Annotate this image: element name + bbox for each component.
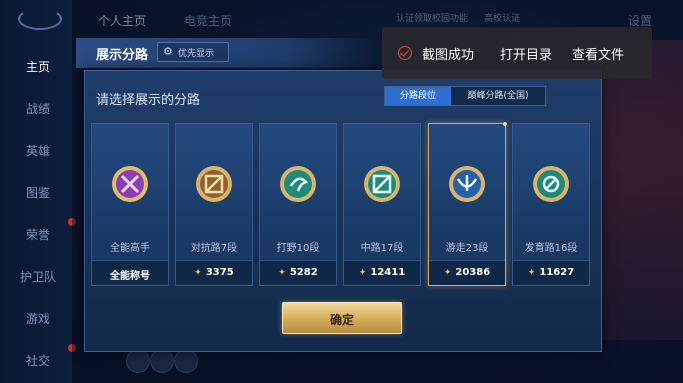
nav-home[interactable]: 主页 [26,58,50,75]
priority-display-label: 优先显示 [178,49,215,59]
app-logo-icon [18,8,62,30]
roam-badge-icon [449,166,485,202]
lane-card-clash[interactable]: 对抗路7段 ✦ 3375 [175,123,253,286]
lane-card-jungle[interactable]: 打野10段 ✦ 5282 [259,123,337,286]
lane-card-value: 全能称号 [110,271,150,282]
tab-peak-lane[interactable]: 巅峰分路(全国) [451,87,545,105]
lane-card-all-round[interactable]: 全能高手 全能称号 [91,123,169,286]
mid-lane-badge-icon [364,166,400,202]
nav-guard-team[interactable]: 护卫队 [20,268,56,285]
confirm-label: 确定 [329,313,354,327]
lane-tabs: 分路段位 巅峰分路(全国) [384,86,546,106]
farm-lane-badge-icon [533,166,569,202]
tab-lane-rank[interactable]: 分路段位 [385,87,451,105]
rank-point-icon: ✦ [358,268,367,278]
selected-corner-marker [503,122,507,126]
lane-card-label: 全能高手 [110,243,150,254]
rank-point-icon: ✦ [527,268,536,278]
lane-card-label: 打野10段 [276,243,320,254]
gear-icon: ⚙ [163,45,173,58]
screenshot-toast: 截图成功 打开目录 查看文件 [382,27,652,79]
view-file-link[interactable]: 查看文件 [572,44,624,63]
lane-card-label: 游走23段 [445,243,489,254]
rank-point-icon: ✦ [194,268,202,278]
lane-card-farm[interactable]: 发育路16段 ✦ 11627 [512,123,590,286]
lane-card-stat: ✦ 3375 [176,260,252,285]
open-directory-link[interactable]: 打开目录 [500,44,552,63]
lane-card-roam[interactable]: 游走23段 ✦ 20386 [428,122,507,286]
lane-card-mid[interactable]: 中路17段 ✦ 12411 [343,123,421,286]
nav-records[interactable]: 战绩 [26,100,50,117]
nav-social[interactable]: 社交 [26,352,50,369]
lane-card-value: 5282 [289,267,318,278]
lane-card-value: 20386 [455,267,491,278]
sidebar: 主页 战绩 英雄 图鉴 荣誉 护卫队 游戏 社交 [0,0,76,383]
rank-point-icon: ✦ [278,268,286,278]
lane-card-value: 11627 [539,267,575,278]
lane-card-value: 12411 [370,267,406,278]
dialog-title: 展示分路 [96,48,149,63]
nav-games[interactable]: 游戏 [26,310,50,327]
confirm-button[interactable]: 确定 [282,302,402,334]
lane-card-stat: ✦ 20386 [429,260,505,285]
dialog-subtitle: 请选择展示的分路 [96,93,201,108]
lane-card-label: 对抗路7段 [190,243,238,254]
clash-lane-badge-icon [196,166,232,202]
rank-point-icon: ✦ [443,268,452,278]
lane-card-stat: ✦ 5282 [260,260,336,285]
jungle-badge-icon [280,166,316,202]
lane-card-label: 中路17段 [360,243,404,254]
nav-codex[interactable]: 图鉴 [26,184,50,201]
toast-message: 截图成功 [422,48,475,63]
lane-card-stat: 全能称号 [92,260,168,285]
priority-display-button[interactable]: ⚙ 优先显示 [157,42,229,62]
lane-card-label: 发育路16段 [524,243,578,254]
lane-card-value: 3375 [205,267,234,278]
check-circle-icon [398,46,412,60]
lane-card-stat: ✦ 12411 [344,260,420,285]
nav-honor[interactable]: 荣誉 [26,226,50,243]
lane-card-stat: ✦ 11627 [513,260,589,285]
nav-heroes[interactable]: 英雄 [26,142,50,159]
all-round-badge-icon [112,166,148,202]
